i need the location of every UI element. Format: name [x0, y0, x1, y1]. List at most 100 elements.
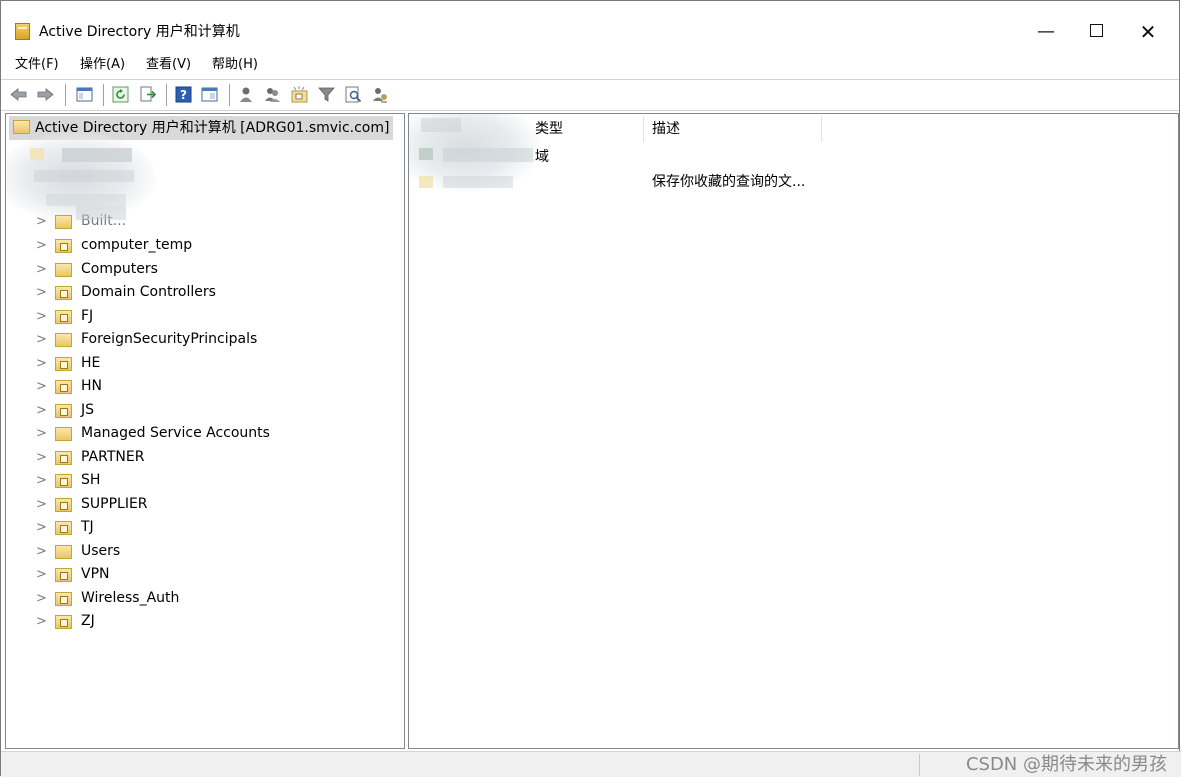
- status-separator: [919, 754, 920, 776]
- tree-item-label: SUPPLIER: [81, 495, 148, 512]
- container-folder-icon: [55, 544, 72, 559]
- expand-chevron-icon[interactable]: >: [36, 493, 48, 516]
- tree-item-label: Computers: [81, 260, 158, 277]
- expand-chevron-icon[interactable]: >: [36, 610, 48, 633]
- toolbar-separator: [229, 84, 230, 106]
- organizational-unit-icon: [55, 403, 72, 418]
- expand-chevron-icon[interactable]: >: [36, 469, 48, 492]
- container-folder-icon: [55, 427, 72, 441]
- tree-item-label: Managed Service Accounts: [81, 425, 270, 441]
- list-row-description[interactable]: 保存你收藏的查询的文...: [652, 172, 805, 192]
- forward-icon[interactable]: [37, 86, 54, 103]
- column-separator[interactable]: [643, 116, 644, 142]
- close-button[interactable]: ✕: [1125, 15, 1171, 49]
- help-icon[interactable]: ?: [175, 86, 192, 103]
- menu-action[interactable]: 操作(A): [80, 56, 125, 74]
- organizational-unit-icon: [55, 239, 72, 253]
- expand-chevron-icon[interactable]: >: [36, 540, 48, 563]
- expand-chevron-icon[interactable]: >: [36, 305, 48, 328]
- tree-item-label: JS: [81, 401, 95, 418]
- tree-item-label: ForeignSecurityPrincipals: [81, 331, 258, 347]
- organizational-unit-icon: [55, 474, 72, 488]
- toolbar: ?: [1, 79, 1179, 111]
- container-folder-icon: [55, 215, 72, 229]
- results-pane[interactable]: 类型 描述 域 保存你收藏的查询的文...: [408, 113, 1179, 749]
- expand-chevron-icon[interactable]: >: [36, 516, 48, 539]
- expand-chevron-icon[interactable]: >: [36, 446, 48, 469]
- tree-item-label: ZJ: [81, 613, 95, 629]
- column-header-description[interactable]: 描述: [652, 114, 680, 144]
- organizational-unit-icon: [55, 615, 72, 629]
- expand-chevron-icon[interactable]: >: [36, 258, 48, 281]
- expand-chevron-icon[interactable]: >: [36, 587, 48, 610]
- title-bar: Active Directory 用户和计算机 — ✕: [1, 1, 1179, 51]
- tree-item-label: HN: [81, 378, 102, 394]
- menu-help[interactable]: 帮助(H): [212, 56, 258, 74]
- organizational-unit-icon: [55, 286, 72, 300]
- redacted-block: [421, 118, 461, 132]
- aduc-app-icon: [15, 23, 30, 40]
- expand-chevron-icon[interactable]: >: [36, 234, 48, 257]
- maximize-icon: [1089, 24, 1103, 37]
- organizational-unit-icon: [55, 309, 72, 324]
- organizational-unit-icon: [55, 450, 72, 465]
- redacted-block: [76, 206, 126, 220]
- menu-view[interactable]: 查看(V): [146, 56, 191, 74]
- action-pane-icon[interactable]: [201, 86, 218, 103]
- redacted-block: [46, 194, 126, 206]
- tree-item-label: Domain Controllers: [81, 284, 216, 300]
- expand-chevron-icon[interactable]: >: [36, 399, 48, 422]
- container-folder-icon: [55, 262, 72, 277]
- redacted-block: [419, 148, 433, 160]
- redacted-block: [62, 148, 132, 162]
- export-icon[interactable]: [139, 86, 156, 103]
- organizational-unit-icon: [55, 356, 72, 371]
- minimize-icon: —: [1037, 21, 1055, 42]
- minimize-button[interactable]: —: [1023, 15, 1069, 49]
- maximize-button[interactable]: [1073, 15, 1119, 49]
- console-tree-pane[interactable]: Active Directory 用户和计算机 [ADRG01.smvic.co…: [5, 113, 405, 749]
- show-tree-icon[interactable]: [76, 86, 93, 103]
- expand-chevron-icon[interactable]: >: [36, 375, 48, 398]
- container-folder-icon: [55, 333, 72, 347]
- organizational-unit-icon: [55, 568, 72, 582]
- expand-chevron-icon[interactable]: >: [36, 422, 48, 445]
- window-title: Active Directory 用户和计算机: [39, 24, 240, 40]
- expand-chevron-icon[interactable]: >: [36, 563, 48, 586]
- find-icon[interactable]: [345, 86, 362, 103]
- list-row-type[interactable]: 域: [535, 147, 549, 167]
- organizational-unit-icon: [55, 591, 72, 606]
- menu-bar: 文件(F) 操作(A) 查看(V) 帮助(H): [1, 53, 1179, 77]
- tree-item-label: FJ: [81, 307, 94, 324]
- app-window: Active Directory 用户和计算机 — ✕ 文件(F) 操作(A) …: [0, 0, 1181, 777]
- refresh-icon[interactable]: [112, 86, 129, 103]
- organizational-unit-icon: [55, 521, 72, 535]
- redacted-block: [34, 170, 134, 182]
- delegate-control-icon[interactable]: [372, 86, 389, 103]
- redacted-block: [419, 176, 433, 188]
- menu-file[interactable]: 文件(F): [15, 56, 59, 74]
- tree-item-label: PARTNER: [81, 448, 145, 465]
- new-ou-icon[interactable]: [291, 86, 308, 103]
- users-group-icon[interactable]: [264, 86, 281, 103]
- tree-item-label: VPN: [81, 566, 110, 582]
- column-separator[interactable]: [821, 116, 822, 142]
- redacted-block: [30, 148, 44, 160]
- expand-chevron-icon[interactable]: >: [36, 210, 48, 233]
- redacted-block: [443, 176, 513, 188]
- expand-chevron-icon[interactable]: >: [36, 281, 48, 304]
- filter-icon[interactable]: [318, 86, 335, 103]
- tree-item-label: computer_temp: [81, 237, 193, 253]
- back-icon[interactable]: [10, 86, 27, 103]
- tree-item-label: Users: [81, 542, 121, 559]
- status-bar: CSDN @期待未来的男孩: [1, 751, 1181, 777]
- svg-text:?: ?: [180, 88, 187, 102]
- column-header-type[interactable]: 类型: [535, 114, 563, 144]
- close-icon: ✕: [1139, 20, 1157, 44]
- organizational-unit-icon: [55, 497, 72, 512]
- tree-item-label: SH: [81, 472, 101, 488]
- expand-chevron-icon[interactable]: >: [36, 352, 48, 375]
- expand-chevron-icon[interactable]: >: [36, 328, 48, 351]
- user-icon[interactable]: [238, 86, 255, 103]
- watermark-text: CSDN @期待未来的男孩: [965, 754, 1167, 775]
